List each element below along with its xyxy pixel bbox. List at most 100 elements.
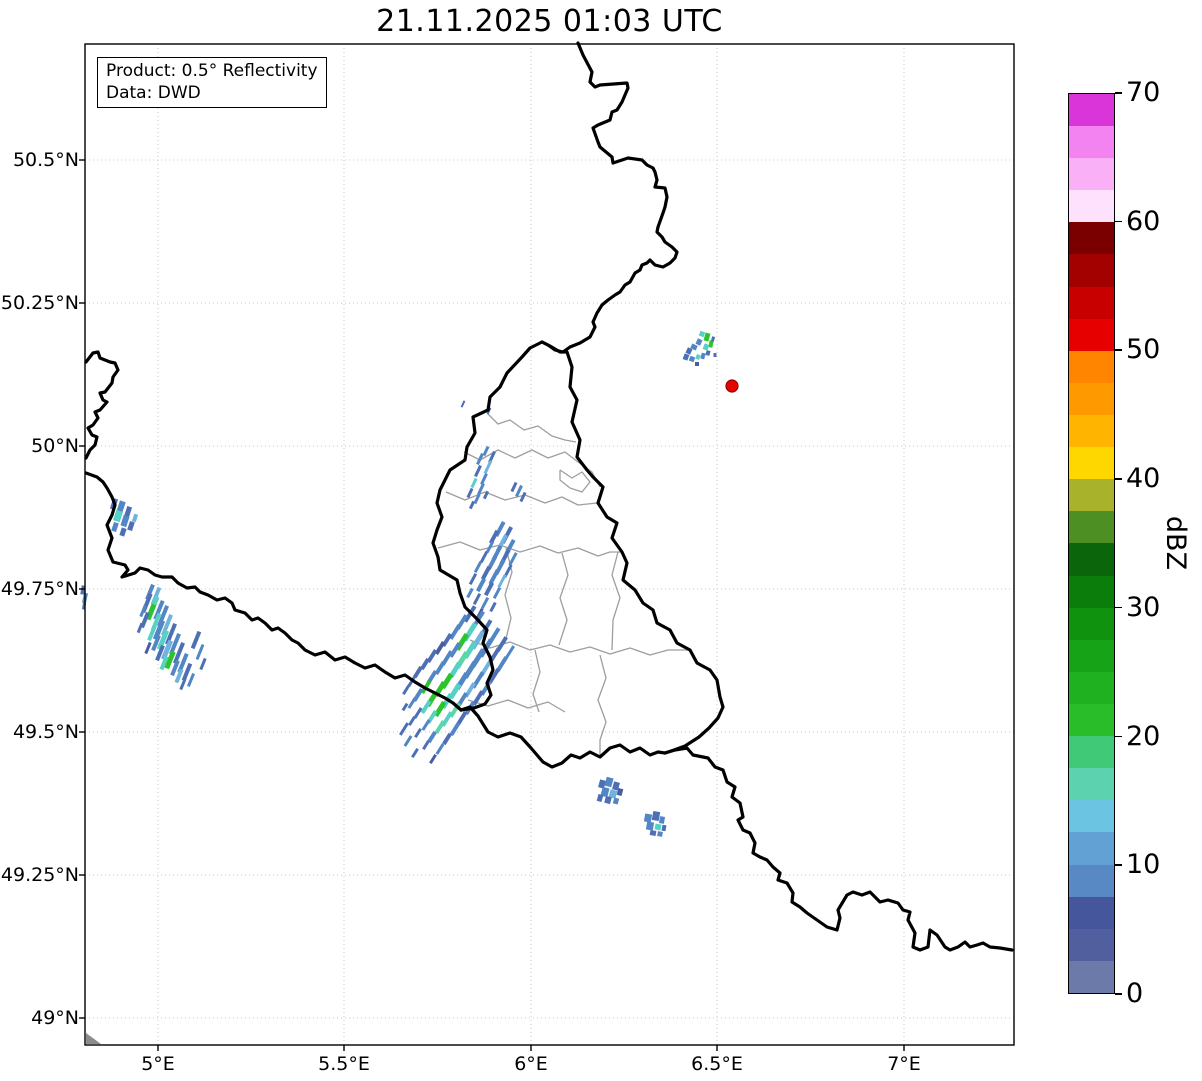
- y-axis-tick-label: 49.75°N: [0, 578, 79, 600]
- colorbar-segment: [1069, 479, 1114, 512]
- radar-echo-cell: [442, 732, 452, 746]
- colorbar-tick: [1115, 606, 1122, 609]
- radar-echo-cell: [695, 353, 701, 361]
- belgium-germany-border: [540, 41, 679, 354]
- colorbar-segment: [1069, 93, 1114, 127]
- colorbar-tick: [1115, 349, 1122, 352]
- radar-echo-cell: [468, 572, 478, 586]
- colorbar-segment: [1069, 736, 1114, 769]
- radar-echo-cell: [700, 352, 706, 360]
- radar-echo-cell: [488, 568, 500, 586]
- colorbar-segment: [1069, 126, 1114, 159]
- radar-echo-cell: [468, 500, 476, 510]
- france-belgium-border: [84, 471, 463, 712]
- district-border: [532, 649, 541, 713]
- radar-echo-cell: [131, 513, 139, 523]
- radar-echo-cell: [483, 460, 493, 474]
- radar-echo-cell: [698, 330, 706, 338]
- radar-echo-cell: [702, 343, 710, 351]
- radar-echo-cell: [411, 747, 419, 759]
- district-border: [611, 551, 621, 651]
- radar-echo-cell: [119, 527, 127, 537]
- colorbar-segment: [1069, 896, 1114, 929]
- radar-echo-cell: [136, 622, 144, 634]
- colorbar-tick-label: 40: [1126, 463, 1161, 495]
- radar-echo-cell: [658, 816, 666, 824]
- radar-echo-cell: [401, 702, 409, 712]
- radar-echo-cell: [661, 824, 667, 832]
- district-border: [559, 469, 591, 493]
- colorbar-tick: [1115, 993, 1122, 995]
- radar-echo-cell: [407, 697, 417, 709]
- y-axis-tick-label: 49.25°N: [0, 864, 79, 886]
- radar-echo-cell: [713, 353, 717, 357]
- x-axis-tick-label: 5.5°E: [318, 1053, 370, 1075]
- radar-echo-cell: [422, 739, 430, 751]
- radar-echo-cell: [449, 722, 461, 736]
- colorbar-segment: [1069, 222, 1114, 255]
- radar-echo-cell: [604, 776, 614, 788]
- radar-site-marker: [725, 379, 739, 393]
- colorbar-segment: [1069, 350, 1114, 383]
- radar-echo-cell: [186, 672, 196, 688]
- colorbar-tick-label: 50: [1126, 334, 1161, 366]
- radar-echo-cell: [612, 797, 620, 805]
- radar-echo-cell: [408, 715, 416, 727]
- colorbar-segment: [1069, 960, 1114, 993]
- district-border: [597, 654, 607, 756]
- radar-echo-cell: [488, 529, 500, 545]
- reflectivity-colorbar: [1068, 93, 1115, 994]
- radar-echo-cell: [111, 521, 119, 533]
- district-border: [487, 413, 577, 443]
- radar-echo-cell: [497, 574, 507, 588]
- district-border: [558, 552, 569, 646]
- radar-echo-cell: [402, 684, 410, 696]
- colorbar-tick-label: 0: [1126, 978, 1144, 1009]
- radar-echo-cell: [480, 565, 492, 581]
- district-border: [437, 541, 622, 557]
- colorbar-tick-label: 60: [1126, 205, 1161, 237]
- radar-echo-cell: [474, 464, 482, 478]
- radar-echo-cell: [695, 362, 699, 366]
- colorbar-segment: [1069, 575, 1114, 608]
- radar-echo-cell: [596, 793, 604, 803]
- radar-echo-cell: [435, 743, 445, 755]
- y-axis-tick-label: 49.5°N: [12, 721, 79, 743]
- product-info-box: Product: 0.5° Reflectivity Data: DWD: [97, 57, 327, 108]
- radar-echo-cell: [399, 722, 409, 736]
- product-info-line: Product: 0.5° Reflectivity: [106, 61, 318, 81]
- radar-echo-cell: [654, 823, 662, 831]
- colorbar-segment: [1069, 607, 1114, 640]
- colorbar-segment: [1069, 511, 1114, 544]
- radar-echo-cell: [505, 645, 515, 659]
- radar-echo-cell: [127, 520, 135, 532]
- x-axis-tick-label: 7°E: [887, 1053, 921, 1075]
- radar-echo-cell: [429, 753, 437, 765]
- colorbar-tick-label: 20: [1126, 720, 1161, 752]
- radar-echo-cell: [472, 592, 482, 606]
- plot-title: 21.11.2025 01:03 UTC: [376, 4, 723, 39]
- y-axis-tick-label: 50.25°N: [0, 292, 79, 314]
- colorbar-segment: [1069, 768, 1114, 801]
- colorbar-tick: [1115, 92, 1122, 94]
- colorbar-segment: [1069, 639, 1114, 672]
- radar-echo-cell: [604, 795, 612, 805]
- radar-echo-cell: [421, 719, 431, 731]
- radar-echo-cell: [649, 830, 657, 836]
- radar-echo-cell: [473, 560, 483, 574]
- x-axis-tick-label: 6.5°E: [691, 1053, 743, 1075]
- colorbar-tick: [1115, 864, 1122, 866]
- y-axis-tick-label: 49°N: [31, 1007, 79, 1029]
- colorbar-tick-label: 70: [1126, 77, 1161, 108]
- luxembourg-south-border: [459, 705, 667, 769]
- radar-echo-cell: [519, 491, 527, 503]
- radar-echo-cell: [470, 477, 478, 489]
- colorbar-segment: [1069, 447, 1114, 480]
- radar-echo-cell: [195, 644, 205, 660]
- colorbar-tick: [1115, 220, 1122, 223]
- radar-echo-cell: [199, 657, 207, 671]
- colorbar-segment: [1069, 415, 1114, 448]
- radar-echo-cell: [643, 813, 653, 823]
- colorbar-segment: [1069, 704, 1114, 737]
- radar-echo-cell: [479, 550, 489, 564]
